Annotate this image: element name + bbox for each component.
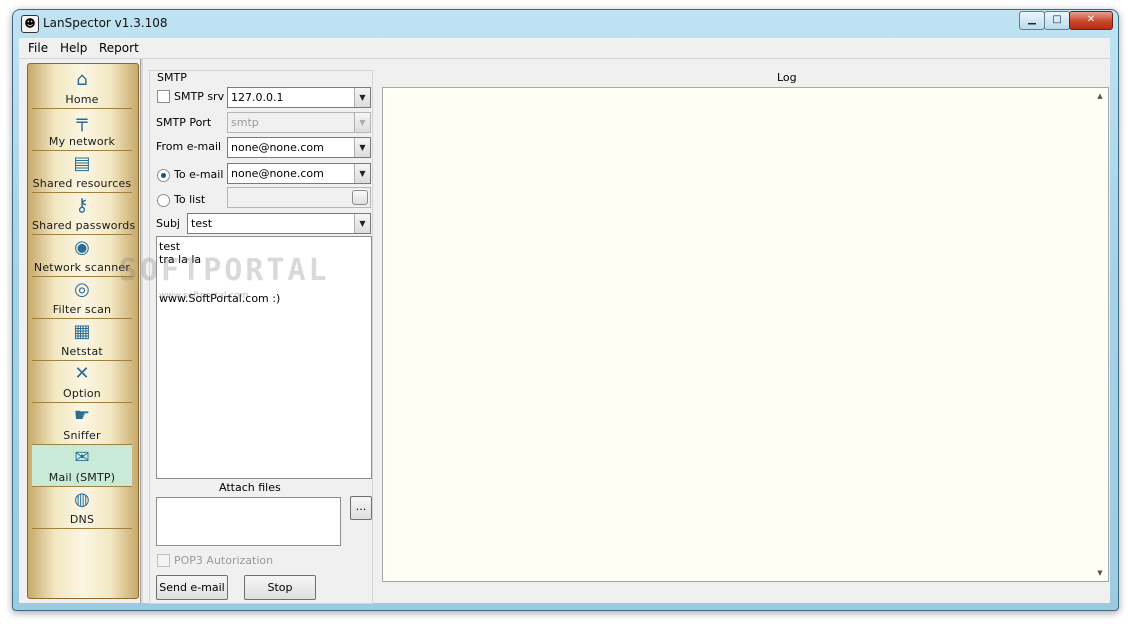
- sidebar-item-my-network[interactable]: ╤ My network: [32, 109, 132, 151]
- sidebar-item-label: Shared passwords: [32, 219, 136, 232]
- menu-help[interactable]: Help: [60, 41, 87, 55]
- to-email-label: To e-mail: [174, 168, 224, 181]
- sidebar-item-shared-passwords[interactable]: ⚷ Shared passwords: [32, 193, 136, 235]
- from-email-label: From e-mail: [156, 140, 222, 153]
- smtp-srv-value: 127.0.0.1: [231, 91, 284, 104]
- from-email-combo[interactable]: none@none.com ▼: [227, 137, 371, 158]
- smtp-port-combo[interactable]: smtp ▼: [227, 112, 371, 133]
- subject-value: test: [191, 217, 213, 230]
- sidebar-item-dns[interactable]: ◍ DNS: [32, 487, 132, 529]
- sniffer-icon: ☛: [73, 405, 91, 426]
- close-button[interactable]: ✕: [1069, 11, 1113, 30]
- sidebar-item-home[interactable]: ⌂ Home: [32, 67, 132, 109]
- sidebar-item-network-scanner[interactable]: ◉ Network scanner: [32, 235, 132, 277]
- to-email-combo[interactable]: none@none.com ▼: [227, 163, 371, 184]
- attach-browse-button[interactable]: ...: [350, 496, 372, 520]
- pop3-checkbox[interactable]: [157, 554, 170, 567]
- sidebar-item-mail-smtp[interactable]: ✉ Mail (SMTP): [32, 445, 132, 487]
- menu-bar: File Help Report: [19, 38, 1110, 59]
- smtp-srv-checkbox[interactable]: [157, 90, 170, 103]
- stop-button[interactable]: Stop: [244, 575, 316, 600]
- client-area: ⌂ Home ╤ My network ▤ Shared resources ⚷…: [19, 59, 1110, 604]
- scanner-icon: ◉: [74, 237, 90, 258]
- maximize-button[interactable]: □: [1044, 11, 1070, 30]
- pop3-label: POP3 Autorization: [174, 554, 274, 567]
- sidebar-item-label: Netstat: [61, 345, 103, 358]
- maximize-icon: □: [1052, 14, 1062, 25]
- sidebar-item-label: Home: [65, 93, 99, 106]
- sidebar-item-label: Mail (SMTP): [48, 471, 116, 484]
- lanspector-app-icon[interactable]: ☻: [21, 15, 39, 33]
- watermark-url: www.softportal.com: [159, 291, 249, 301]
- body-line: test: [159, 240, 181, 253]
- smtp-port-placeholder: smtp: [231, 116, 259, 129]
- home-icon: ⌂: [76, 69, 88, 90]
- tools-icon: ✕: [74, 363, 90, 384]
- subject-label: Subj: [156, 217, 180, 230]
- chevron-down-icon[interactable]: ▼: [354, 138, 370, 157]
- sidebar-item-sniffer[interactable]: ☛ Sniffer: [32, 403, 132, 445]
- netstat-icon: ▦: [73, 321, 91, 342]
- sidebar-item-option[interactable]: ✕ Option: [32, 361, 132, 403]
- log-textarea[interactable]: ▲ ▼: [382, 87, 1109, 582]
- log-scrollbar[interactable]: ▲ ▼: [1092, 88, 1108, 581]
- close-icon: ✕: [1086, 14, 1096, 25]
- sidebar-item-netstat[interactable]: ▦ Netstat: [32, 319, 132, 361]
- sidebar-item-filter-scan[interactable]: ◎ Filter scan: [32, 277, 132, 319]
- subject-combo[interactable]: test ▼: [187, 213, 371, 234]
- send-email-button[interactable]: Send e-mail: [156, 575, 228, 600]
- menu-report[interactable]: Report: [99, 41, 139, 55]
- keys-icon: ⚷: [75, 195, 89, 216]
- attach-files-list[interactable]: [156, 497, 341, 546]
- to-email-radio[interactable]: [157, 169, 170, 182]
- sidebar: ⌂ Home ╤ My network ▤ Shared resources ⚷…: [27, 63, 139, 599]
- sidebar-item-label: Shared resources: [32, 177, 132, 190]
- scroll-up-icon[interactable]: ▲: [1092, 88, 1108, 104]
- watermark: SOFTPORTAL: [119, 253, 330, 288]
- sidebar-item-label: Filter scan: [52, 303, 112, 316]
- sidebar-item-label: Sniffer: [63, 429, 101, 442]
- globe-icon: ◍: [74, 489, 90, 510]
- shared-resources-icon: ▤: [73, 153, 91, 174]
- panel-divider[interactable]: [140, 59, 143, 603]
- minimize-icon: ▁: [1028, 14, 1036, 25]
- log-title: Log: [777, 71, 797, 84]
- to-list-field[interactable]: [227, 187, 371, 208]
- to-list-label: To list: [174, 193, 206, 206]
- chevron-down-icon[interactable]: ▼: [354, 113, 370, 132]
- smtp-group-title: SMTP: [155, 71, 189, 84]
- sidebar-item-label: DNS: [69, 513, 95, 526]
- filter-icon: ◎: [74, 279, 90, 300]
- chevron-down-icon[interactable]: ▼: [354, 164, 370, 183]
- to-email-value: none@none.com: [231, 167, 324, 180]
- smtp-srv-combo[interactable]: 127.0.0.1 ▼: [227, 87, 371, 108]
- title-bar[interactable]: ☻ LanSpector v1.3.108 ▁ □ ✕: [13, 10, 1118, 38]
- sidebar-item-label: Network scanner: [33, 261, 131, 274]
- window-title: LanSpector v1.3.108: [43, 16, 168, 30]
- mail-icon: ✉: [74, 447, 90, 468]
- attach-files-label: Attach files: [219, 481, 281, 494]
- chevron-down-icon[interactable]: ▼: [354, 88, 370, 107]
- scroll-down-icon[interactable]: ▼: [1092, 565, 1108, 581]
- sidebar-item-shared-resources[interactable]: ▤ Shared resources: [32, 151, 132, 193]
- network-icon: ╤: [76, 111, 88, 132]
- minimize-button[interactable]: ▁: [1019, 11, 1045, 30]
- smtp-port-label: SMTP Port: [156, 116, 212, 129]
- menu-file[interactable]: File: [28, 41, 48, 55]
- main-window: ☻ LanSpector v1.3.108 ▁ □ ✕ File Help Re…: [12, 9, 1119, 611]
- smtp-srv-label: SMTP srv: [174, 90, 225, 103]
- to-list-radio[interactable]: [157, 194, 170, 207]
- from-email-value: none@none.com: [231, 141, 324, 154]
- sidebar-item-label: Option: [63, 387, 101, 400]
- to-list-browse-button[interactable]: [352, 190, 368, 205]
- chevron-down-icon[interactable]: ▼: [354, 214, 370, 233]
- sidebar-item-label: My network: [48, 135, 116, 148]
